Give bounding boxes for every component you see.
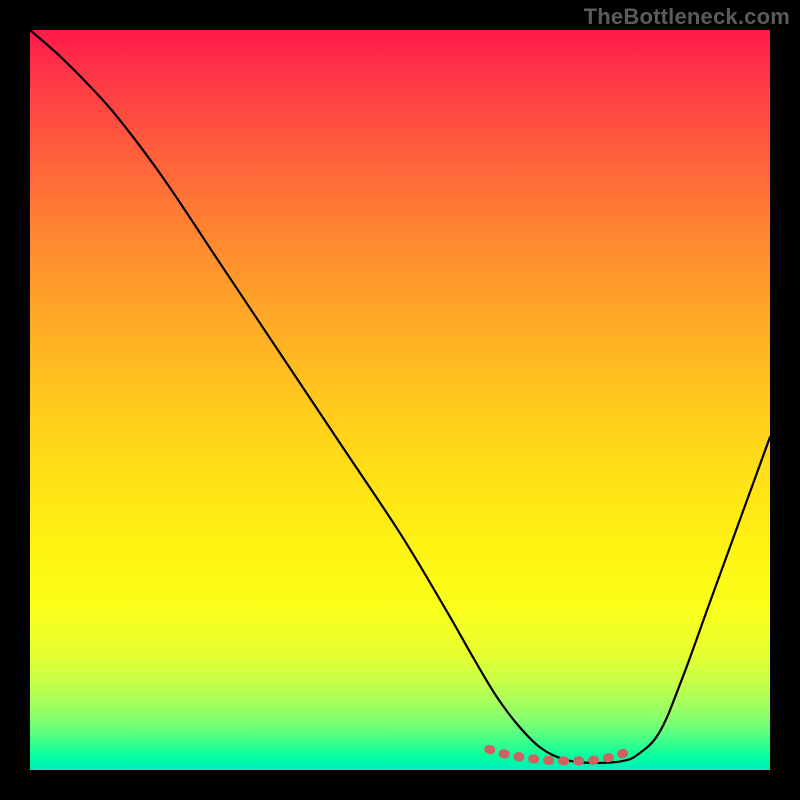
chart-svg [30, 30, 770, 770]
watermark-text: TheBottleneck.com [584, 4, 790, 30]
bottleneck-curve [30, 30, 770, 763]
optimal-zone-marker [489, 749, 630, 761]
chart-frame: TheBottleneck.com [0, 0, 800, 800]
plot-area [30, 30, 770, 770]
